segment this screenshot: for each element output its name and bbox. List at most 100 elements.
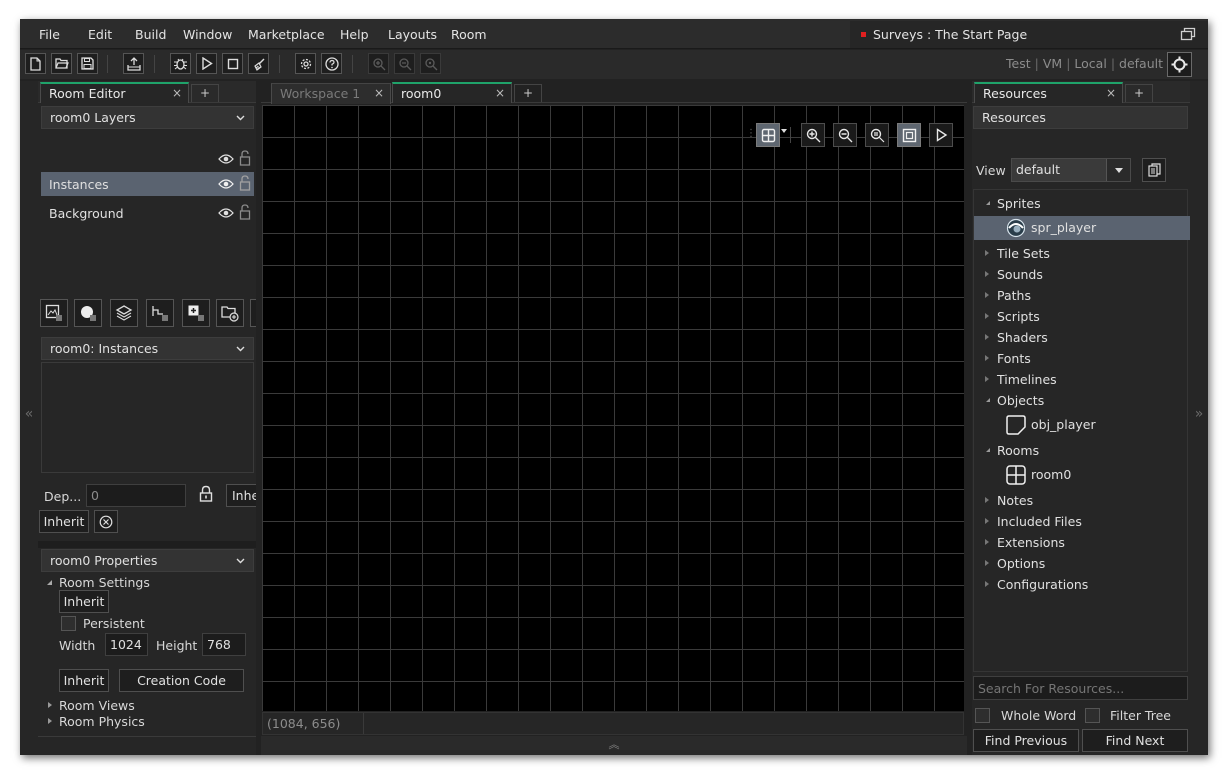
room-canvas[interactable]: ⋮ bbox=[262, 105, 964, 711]
menu-marketplace[interactable]: Marketplace bbox=[248, 27, 325, 42]
zoom-in-button[interactable] bbox=[368, 53, 389, 74]
restore-window-icon[interactable] bbox=[1180, 27, 1196, 42]
clear-inherit-button[interactable] bbox=[94, 510, 118, 533]
tree-item-timelines[interactable]: Timelines bbox=[974, 369, 1190, 390]
menu-help[interactable]: Help bbox=[340, 27, 369, 42]
tree-item-configurations[interactable]: Configurations bbox=[974, 574, 1190, 595]
depth-input[interactable]: 0 bbox=[86, 484, 186, 507]
right-dock-strip[interactable]: » bbox=[1190, 81, 1208, 755]
collapse-left-icon[interactable]: « bbox=[20, 406, 38, 422]
eye-icon[interactable] bbox=[218, 207, 234, 219]
add-tile-layer-button[interactable] bbox=[110, 299, 138, 327]
canvas-zoom-in-button[interactable] bbox=[801, 123, 825, 147]
stop-button[interactable] bbox=[222, 53, 243, 74]
tree-item-extensions[interactable]: Extensions bbox=[974, 532, 1190, 553]
inherit-layer-button[interactable]: Inhe bbox=[226, 484, 256, 507]
create-executable-button[interactable] bbox=[123, 53, 144, 74]
eye-icon[interactable] bbox=[218, 178, 234, 190]
tab-room-editor[interactable]: Room Editor × bbox=[40, 82, 189, 103]
resource-options-button[interactable] bbox=[1142, 158, 1166, 182]
tree-item-options[interactable]: Options bbox=[974, 553, 1190, 574]
instances-list[interactable] bbox=[41, 362, 254, 473]
close-tab-icon[interactable]: × bbox=[495, 86, 505, 100]
close-tab-icon[interactable]: × bbox=[172, 86, 182, 100]
zoom-reset-button[interactable] bbox=[420, 53, 441, 74]
unlock-icon[interactable] bbox=[239, 150, 251, 166]
canvas-zoom-reset-button[interactable] bbox=[865, 123, 889, 147]
add-instance-layer-button[interactable] bbox=[74, 299, 102, 327]
add-tab-button[interactable]: + bbox=[1125, 84, 1153, 102]
tab-room0[interactable]: room0 × bbox=[392, 82, 512, 103]
menu-room[interactable]: Room bbox=[451, 27, 487, 42]
preferences-button[interactable] bbox=[295, 53, 316, 74]
find-next-button[interactable]: Find Next bbox=[1082, 729, 1188, 752]
tree-item-rooms[interactable]: Rooms bbox=[974, 440, 1190, 461]
inherit-code-button[interactable]: Inherit bbox=[59, 669, 109, 692]
expand-up-icon[interactable]: ︽ bbox=[609, 738, 620, 751]
room-settings-label[interactable]: Room Settings bbox=[59, 575, 150, 590]
persistent-checkbox[interactable] bbox=[61, 616, 76, 631]
clean-button[interactable] bbox=[248, 53, 269, 74]
run-button[interactable] bbox=[196, 53, 217, 74]
tree-item-fonts[interactable]: Fonts bbox=[974, 348, 1190, 369]
add-background-layer-button[interactable] bbox=[40, 299, 68, 327]
properties-header[interactable]: room0 Properties bbox=[41, 549, 254, 572]
grid-dropdown-icon[interactable] bbox=[781, 129, 787, 133]
tree-item-spr-player[interactable]: spr_player bbox=[974, 216, 1190, 240]
target-selector[interactable]: Test | VM | Local | default bbox=[1006, 56, 1163, 71]
menu-edit[interactable]: Edit bbox=[88, 27, 112, 42]
find-previous-button[interactable]: Find Previous bbox=[973, 729, 1079, 752]
zoom-out-button[interactable] bbox=[394, 53, 415, 74]
room-physics-label[interactable]: Room Physics bbox=[59, 714, 145, 729]
canvas-zoom-out-button[interactable] bbox=[833, 123, 857, 147]
view-select[interactable]: default bbox=[1011, 158, 1131, 182]
menu-build[interactable]: Build bbox=[135, 27, 166, 42]
layer-row-instances[interactable]: Instances bbox=[41, 172, 254, 196]
drag-handle-icon[interactable]: ⋮ bbox=[746, 128, 756, 139]
add-tab-button[interactable]: + bbox=[514, 84, 542, 102]
lock-icon[interactable] bbox=[199, 485, 213, 502]
tree-item-notes[interactable]: Notes bbox=[974, 490, 1190, 511]
tree-item-shaders[interactable]: Shaders bbox=[974, 327, 1190, 348]
add-layer-folder-button[interactable] bbox=[216, 299, 244, 327]
eye-icon[interactable] bbox=[218, 153, 234, 165]
layers-header[interactable]: room0 Layers bbox=[41, 106, 254, 129]
unlock-icon[interactable] bbox=[239, 175, 251, 191]
debug-button[interactable] bbox=[170, 53, 191, 74]
grid-toggle-button[interactable] bbox=[756, 123, 780, 147]
close-tab-icon[interactable]: × bbox=[1106, 86, 1116, 100]
collapsed-arrow-icon[interactable] bbox=[48, 718, 52, 724]
instances-header[interactable]: room0: Instances bbox=[41, 337, 254, 360]
add-path-layer-button[interactable] bbox=[146, 299, 174, 327]
tree-item-sprites[interactable]: Sprites bbox=[974, 193, 1190, 214]
settings-inherit-button[interactable]: Inherit bbox=[59, 590, 109, 613]
menu-window[interactable]: Window bbox=[183, 27, 232, 42]
tree-item-obj-player[interactable]: obj_player bbox=[974, 413, 1190, 437]
menu-file[interactable]: File bbox=[39, 27, 60, 42]
height-input[interactable]: 768 bbox=[202, 633, 246, 656]
tree-item-tile-sets[interactable]: Tile Sets bbox=[974, 243, 1190, 264]
room-views-label[interactable]: Room Views bbox=[59, 698, 135, 713]
tree-item-paths[interactable]: Paths bbox=[974, 285, 1190, 306]
filter-tree-checkbox[interactable] bbox=[1085, 708, 1100, 723]
tree-item-sounds[interactable]: Sounds bbox=[974, 264, 1190, 285]
inherit-button[interactable]: Inherit bbox=[39, 510, 89, 533]
output-expander[interactable]: ︽ bbox=[261, 736, 967, 755]
tree-item-room0[interactable]: room0 bbox=[974, 463, 1190, 487]
creation-code-button[interactable]: Creation Code bbox=[119, 669, 244, 692]
menu-layouts[interactable]: Layouts bbox=[388, 27, 437, 42]
fit-view-button[interactable] bbox=[897, 123, 921, 147]
save-project-button[interactable] bbox=[77, 53, 98, 74]
add-asset-layer-button[interactable] bbox=[182, 299, 210, 327]
target-button[interactable] bbox=[1167, 52, 1192, 77]
tree-item-included-files[interactable]: Included Files bbox=[974, 511, 1190, 532]
open-project-button[interactable] bbox=[51, 53, 72, 74]
left-dock-strip[interactable]: « bbox=[20, 81, 38, 755]
run-room-button[interactable] bbox=[929, 123, 953, 147]
new-project-button[interactable] bbox=[25, 53, 46, 74]
unlock-icon[interactable] bbox=[239, 204, 251, 220]
close-tab-icon[interactable]: × bbox=[374, 86, 384, 100]
tree-item-objects[interactable]: Objects bbox=[974, 390, 1190, 411]
resource-search-input[interactable] bbox=[973, 676, 1188, 700]
whole-word-checkbox[interactable] bbox=[975, 708, 990, 723]
